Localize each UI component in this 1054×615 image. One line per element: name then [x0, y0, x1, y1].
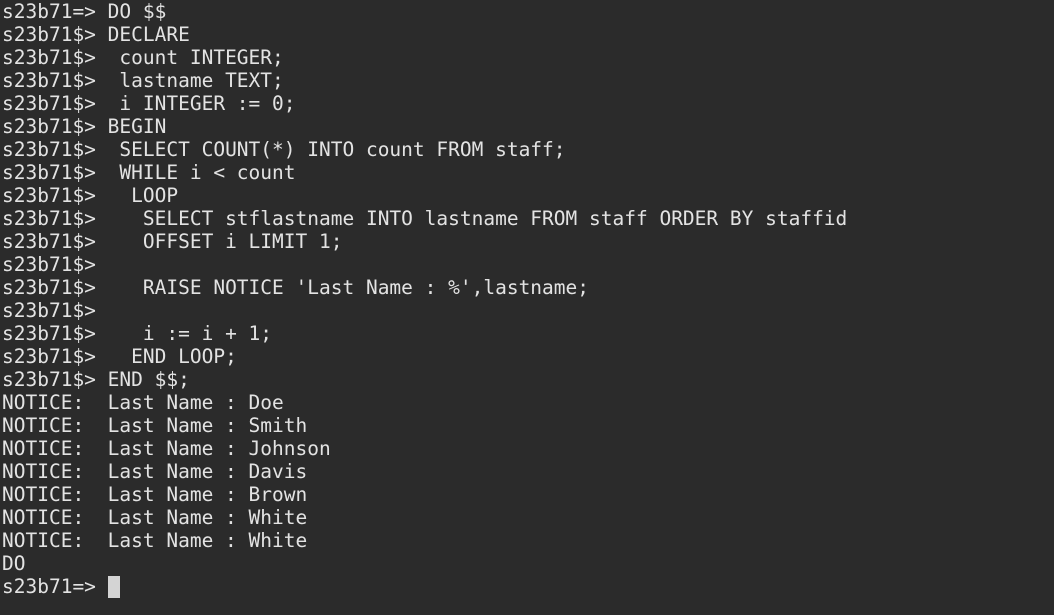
command-text: LOOP	[107, 184, 179, 207]
terminal-line: s23b71$> BEGIN	[2, 115, 166, 138]
prompt-text: s23b71$>	[2, 230, 108, 253]
output-line: DO	[2, 552, 25, 575]
prompt-text: s23b71$>	[2, 299, 108, 322]
command-text: SELECT stflastname INTO lastname FROM st…	[107, 207, 848, 230]
terminal-line: s23b71$> WHILE i < count	[2, 161, 296, 184]
prompt-text: s23b71$>	[2, 322, 108, 345]
output-line: NOTICE: Last Name : Smith	[2, 414, 307, 437]
terminal-line: s23b71$> OFFSET i LIMIT 1;	[2, 230, 342, 253]
terminal-line: s23b71$> i := i + 1;	[2, 322, 272, 345]
command-text: END LOOP;	[107, 345, 237, 368]
terminal-line: s23b71$>	[2, 299, 108, 322]
prompt-text: s23b71=>	[2, 575, 108, 598]
output-text: NOTICE: Last Name : White	[2, 529, 308, 552]
output-text: NOTICE: Last Name : Doe	[2, 391, 284, 414]
prompt-text: s23b71$>	[2, 92, 108, 115]
command-text: OFFSET i LIMIT 1;	[107, 230, 343, 253]
prompt-text: s23b71$>	[2, 115, 108, 138]
terminal-line: s23b71$> i INTEGER := 0;	[2, 92, 296, 115]
command-text: DECLARE	[107, 23, 190, 46]
output-text: DO	[2, 552, 26, 575]
text-cursor[interactable]	[107, 576, 120, 598]
terminal-line: s23b71$> END LOOP;	[2, 345, 237, 368]
command-text: lastname TEXT;	[107, 69, 284, 92]
prompt-text: s23b71$>	[2, 253, 108, 276]
terminal-line: s23b71$> count INTEGER;	[2, 46, 284, 69]
prompt-text: s23b71$>	[2, 69, 108, 92]
output-line: NOTICE: Last Name : Doe	[2, 391, 284, 414]
command-text: END $$;	[107, 368, 190, 391]
prompt-text: s23b71$>	[2, 207, 108, 230]
prompt-text: s23b71$>	[2, 23, 108, 46]
prompt-text: s23b71$>	[2, 368, 108, 391]
output-text: NOTICE: Last Name : Davis	[2, 460, 308, 483]
output-line: NOTICE: Last Name : Davis	[2, 460, 307, 483]
output-line: NOTICE: Last Name : White	[2, 506, 307, 529]
output-text: NOTICE: Last Name : Brown	[2, 483, 308, 506]
terminal-line: s23b71$> LOOP	[2, 184, 178, 207]
terminal-line: s23b71=> DO $$	[2, 0, 166, 23]
prompt-text: s23b71$>	[2, 184, 108, 207]
command-text: i := i + 1;	[107, 322, 273, 345]
terminal-line: s23b71$> RAISE NOTICE 'Last Name : %',la…	[2, 276, 589, 299]
prompt-text: s23b71$>	[2, 345, 108, 368]
terminal-window[interactable]: s23b71=> DO $$ s23b71$> DECLARE s23b71$>…	[0, 0, 1054, 615]
terminal-line: s23b71$> DECLARE	[2, 23, 190, 46]
prompt-text: s23b71$>	[2, 276, 108, 299]
command-text: count INTEGER;	[107, 46, 284, 69]
current-input-line[interactable]: s23b71=>	[2, 575, 120, 598]
output-text: NOTICE: Last Name : Johnson	[2, 437, 331, 460]
command-text: DO $$	[107, 0, 167, 23]
output-line: NOTICE: Last Name : White	[2, 529, 307, 552]
output-line: NOTICE: Last Name : Brown	[2, 483, 307, 506]
prompt-text: s23b71$>	[2, 161, 108, 184]
command-text: BEGIN	[107, 115, 167, 138]
prompt-text: s23b71$>	[2, 138, 108, 161]
command-text: SELECT COUNT(*) INTO count FROM staff;	[107, 138, 566, 161]
prompt-text: s23b71=>	[2, 0, 108, 23]
command-text: WHILE i < count	[107, 161, 296, 184]
terminal-line: s23b71$>	[2, 253, 108, 276]
prompt-text: s23b71$>	[2, 46, 108, 69]
output-text: NOTICE: Last Name : Smith	[2, 414, 308, 437]
output-text: NOTICE: Last Name : White	[2, 506, 308, 529]
terminal-line: s23b71$> END $$;	[2, 368, 190, 391]
output-line: NOTICE: Last Name : Johnson	[2, 437, 331, 460]
command-text: RAISE NOTICE 'Last Name : %',lastname;	[107, 276, 590, 299]
terminal-line: s23b71$> SELECT COUNT(*) INTO count FROM…	[2, 138, 566, 161]
terminal-line: s23b71$> lastname TEXT;	[2, 69, 284, 92]
command-text: i INTEGER := 0;	[107, 92, 296, 115]
terminal-line: s23b71$> SELECT stflastname INTO lastnam…	[2, 207, 847, 230]
